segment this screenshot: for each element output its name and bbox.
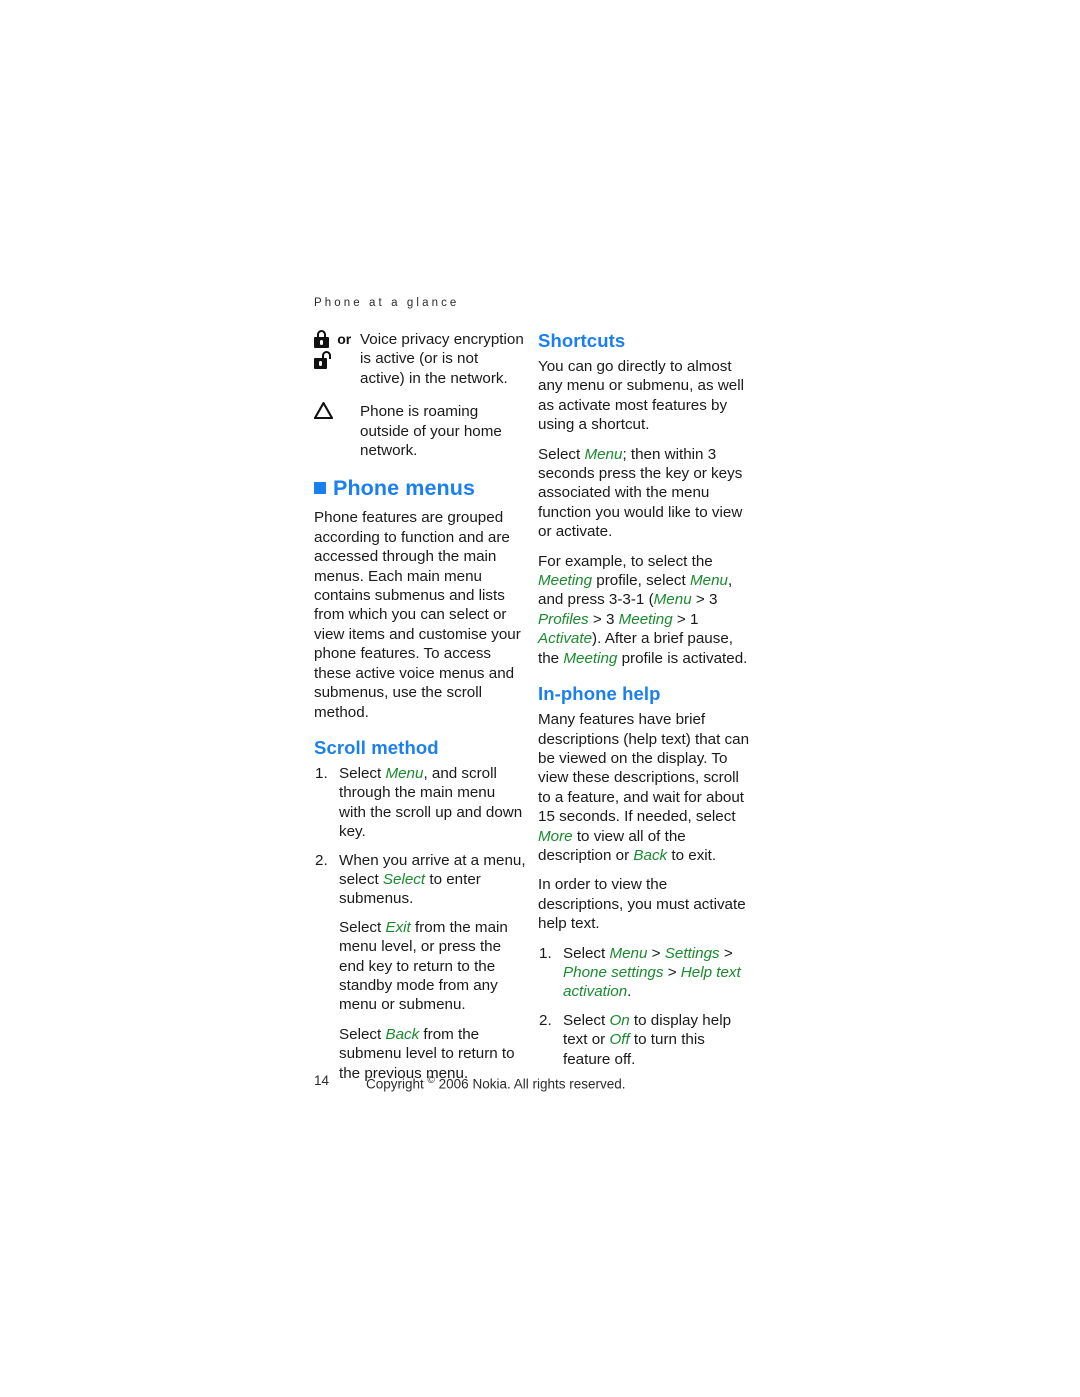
- copyright-pre: Copyright: [366, 1076, 428, 1092]
- indicator-text-privacy: Voice privacy encryption is active (or i…: [360, 331, 524, 387]
- in-phone-help-steps: Select Menu > Settings > Phone settings …: [538, 944, 750, 1069]
- phone-menus-intro: Phone features are grouped according to …: [314, 509, 521, 721]
- bullet-square-icon: [314, 482, 326, 495]
- term-exit: Exit: [385, 918, 411, 936]
- p3-a: For example, to select the: [538, 552, 713, 570]
- term-meeting: Meeting: [618, 610, 673, 628]
- right-column: Shortcuts You can go directly to almost …: [538, 330, 750, 1078]
- help-step-2: Select On to display help text or Off to…: [538, 1011, 750, 1069]
- chapter-heading-phone-menus: Phone menus: [314, 476, 526, 501]
- copyright-post: 2006 Nokia. All rights reserved.: [434, 1076, 626, 1092]
- p3-b: profile, select: [592, 572, 690, 590]
- term-activate: Activate: [538, 630, 593, 648]
- p3-h: profile is activated.: [617, 649, 748, 667]
- indicator-glyphs-roaming: [314, 402, 360, 421]
- or-label: or: [337, 331, 352, 347]
- copyright-notice: Copyright © 2006 Nokia. All rights reser…: [366, 1072, 626, 1093]
- term-meeting: Meeting: [538, 572, 593, 590]
- section-heading-shortcuts: Shortcuts: [538, 330, 626, 351]
- padlock-closed-icon: [314, 330, 329, 348]
- term-profiles: Profiles: [538, 610, 589, 628]
- chapter-heading-label: Phone menus: [333, 476, 476, 501]
- sep-2: >: [719, 944, 733, 962]
- indicator-body-privacy: Voice privacy encryption is active (or i…: [360, 330, 526, 388]
- roaming-triangle-icon: [314, 402, 333, 420]
- p3-d: > 3: [691, 591, 718, 609]
- indicator-text-roaming: Phone is roaming outside of your home ne…: [360, 403, 502, 460]
- term-off: Off: [609, 1031, 630, 1049]
- sep-3: >: [663, 963, 681, 981]
- page-number: 14: [314, 1073, 330, 1088]
- padlock-open-icon: [314, 351, 331, 370]
- scroll-note-1-pre: Select: [339, 918, 386, 936]
- term-back: Back: [385, 1025, 420, 1043]
- term-menu: Menu: [653, 591, 692, 609]
- scroll-step-1: Select Menu, and scroll through the main…: [314, 764, 526, 842]
- p3-e: > 3: [588, 610, 619, 628]
- term-menu: Menu: [584, 445, 623, 463]
- scroll-step-2: When you arrive at a menu, select Select…: [314, 851, 526, 909]
- sep-1: >: [647, 944, 665, 962]
- term-settings: Settings: [664, 944, 720, 962]
- in-phone-help-paragraph-2: In order to view the descriptions, you m…: [538, 876, 746, 933]
- help-step-1-pre: Select: [563, 944, 610, 962]
- help-step-2-pre: Select: [563, 1011, 610, 1029]
- term-select: Select: [382, 870, 426, 888]
- shortcuts-p2-pre: Select: [538, 445, 585, 463]
- term-back: Back: [633, 846, 668, 864]
- help-step-1-post: .: [627, 983, 632, 1001]
- help-p1-c: to exit.: [667, 846, 717, 864]
- indicator-row-privacy: or Voice privacy encryption is active (o…: [314, 330, 526, 388]
- term-more: More: [538, 827, 573, 845]
- copyright-symbol: ©: [427, 1075, 435, 1086]
- scroll-note-2-pre: Select: [339, 1025, 386, 1043]
- term-on: On: [609, 1011, 630, 1029]
- section-heading-in-phone-help: In-phone help: [538, 683, 661, 705]
- indicator-glyphs-privacy: or: [314, 330, 360, 373]
- running-header: Phone at a glance: [314, 297, 460, 309]
- document-page: Phone at a glance or Voice privacy encry…: [0, 0, 1080, 1397]
- left-column: or Voice privacy encryption is active (o…: [314, 330, 526, 1093]
- shortcuts-paragraph-1: You can go directly to almost any menu o…: [538, 358, 744, 434]
- term-phone-settings: Phone settings: [563, 963, 664, 981]
- shortcuts-paragraph-2: Select Menu; then within 3 seconds press…: [538, 445, 750, 542]
- p3-f: > 1: [672, 610, 699, 628]
- scroll-method-note-1: Select Exit from the main menu level, or…: [314, 918, 526, 1015]
- scroll-method-steps: Select Menu, and scroll through the main…: [314, 764, 526, 909]
- term-menu: Menu: [689, 572, 728, 590]
- shortcuts-paragraph-3: For example, to select the Meeting profi…: [538, 552, 750, 668]
- indicator-row-roaming: Phone is roaming outside of your home ne…: [314, 402, 526, 460]
- term-menu: Menu: [385, 764, 424, 782]
- scroll-step-1-pre: Select: [339, 764, 386, 782]
- help-step-1: Select Menu > Settings > Phone settings …: [538, 944, 750, 1002]
- scroll-note-1-text: Select Exit from the main menu level, or…: [339, 918, 526, 1015]
- section-heading-scroll-method: Scroll method: [314, 736, 439, 758]
- indicator-body-roaming: Phone is roaming outside of your home ne…: [360, 402, 526, 460]
- term-meeting: Meeting: [563, 649, 618, 667]
- help-p1-a: Many features have brief descriptions (h…: [538, 711, 750, 826]
- in-phone-help-paragraph-1: Many features have brief descriptions (h…: [538, 710, 750, 865]
- term-menu: Menu: [609, 944, 648, 962]
